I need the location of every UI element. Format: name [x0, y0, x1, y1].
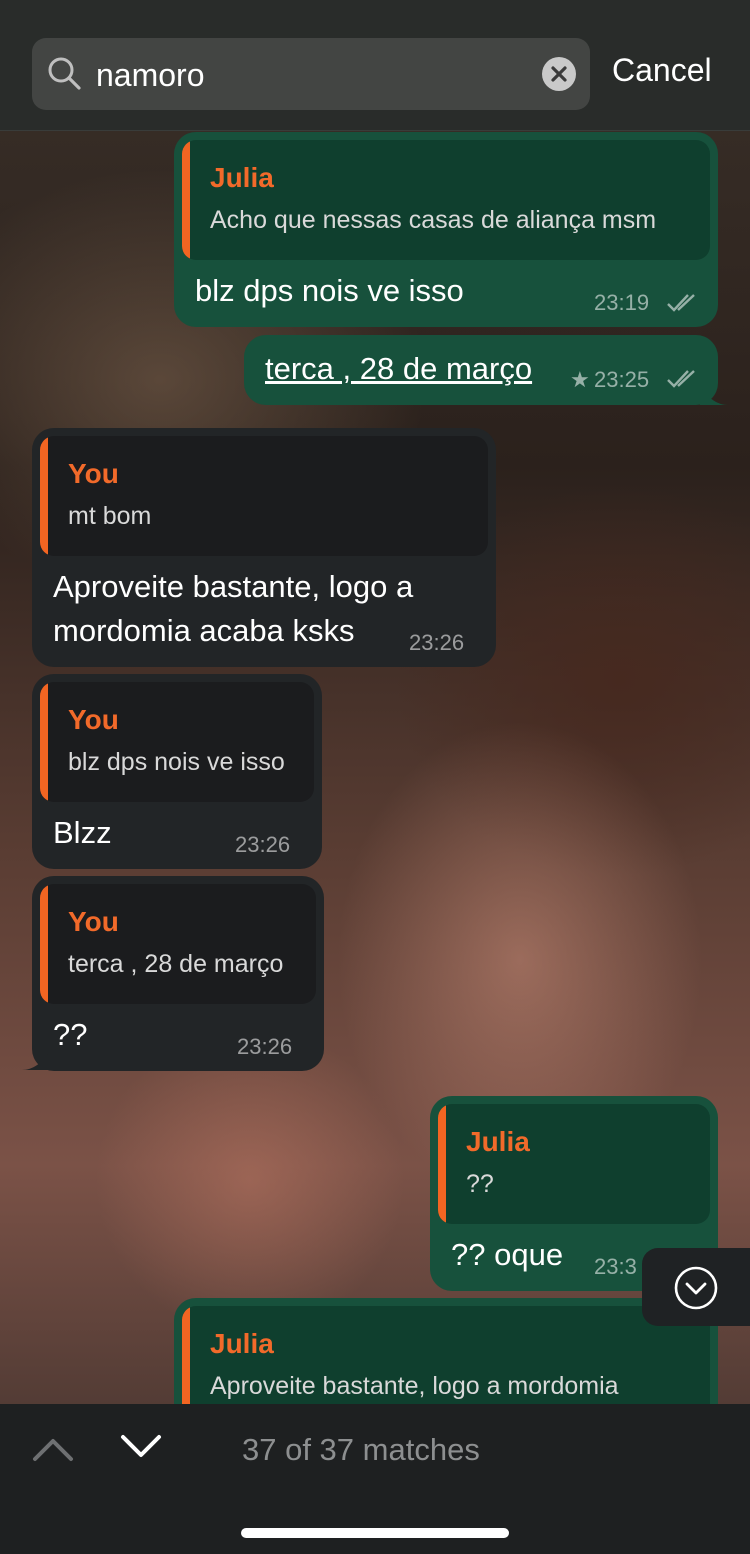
reply-quote[interactable]: You mt bom [40, 436, 488, 556]
read-ticks-icon [666, 292, 700, 319]
quote-author: Julia [210, 162, 274, 193]
message-time: 23:26 [237, 1034, 293, 1059]
message-time: 23:26 [235, 832, 291, 857]
search-header: namoro Cancel [0, 0, 750, 131]
message-text: ?? [53, 1017, 88, 1052]
message-time: 23:26 [409, 630, 465, 655]
search-query: namoro [96, 57, 205, 93]
message-text: blz dps nois ve isso [195, 273, 464, 308]
chevron-down-icon[interactable] [120, 1432, 162, 1467]
reply-quote[interactable]: Julia ?? [438, 1104, 710, 1224]
message-bubble[interactable]: terca , 28 de março ★ 23:25 [244, 335, 718, 405]
search-navigation-bar: 37 of 37 matches [0, 1404, 750, 1554]
quote-author: Julia [466, 1126, 530, 1157]
quote-text: Acho que nessas casas de aliança msm [210, 206, 657, 234]
message-time: 23:19 [594, 290, 650, 315]
match-count: 37 of 37 matches [242, 1432, 480, 1467]
quote-author: You [68, 458, 119, 489]
reply-quote[interactable]: You blz dps nois ve isso [40, 682, 314, 802]
quote-author: You [68, 704, 119, 735]
message-text-line: Aproveite bastante, logo a [53, 569, 414, 604]
message-text: ?? oque [451, 1237, 564, 1272]
star-icon: ★ [570, 367, 590, 392]
search-icon [46, 55, 82, 96]
scroll-down-icon [673, 1265, 719, 1316]
message-time: 23:25 [594, 367, 650, 392]
quote-text: ?? [466, 1170, 494, 1198]
read-ticks-icon [666, 368, 700, 395]
quote-text: mt bom [68, 502, 152, 530]
message-text: Blzz [53, 815, 112, 850]
search-input[interactable]: namoro [32, 38, 590, 110]
quote-text: blz dps nois ve isso [68, 748, 285, 776]
clear-icon[interactable] [542, 57, 576, 91]
quote-text: terca , 28 de março [68, 950, 284, 978]
scroll-down-button[interactable] [642, 1248, 750, 1326]
reply-quote[interactable]: Julia Acho que nessas casas de aliança m… [182, 140, 710, 260]
cancel-button[interactable]: Cancel [612, 52, 712, 89]
bubble-tail [700, 385, 728, 405]
message-bubble[interactable]: You blz dps nois ve isso Blzz 23:26 [32, 674, 322, 869]
message-bubble[interactable]: You terca , 28 de março ?? 23:26 [32, 876, 324, 1071]
message-bubble[interactable]: You mt bom Aproveite bastante, logo a mo… [32, 428, 496, 667]
reply-quote[interactable]: You terca , 28 de março [40, 884, 316, 1004]
quote-text: Aproveite bastante, logo a mordomia [210, 1372, 619, 1400]
home-indicator[interactable] [241, 1528, 509, 1538]
quote-author: Julia [210, 1328, 274, 1359]
message-bubble[interactable]: Julia Acho que nessas casas de aliança m… [174, 132, 718, 327]
bubble-tail [22, 1050, 50, 1070]
message-text-line: mordomia acaba ksks [53, 613, 355, 648]
message-time: 23:3 [594, 1254, 637, 1279]
chevron-up-icon[interactable] [32, 1434, 74, 1469]
quote-author: You [68, 906, 119, 937]
message-text-link[interactable]: terca , 28 de março [265, 347, 532, 391]
